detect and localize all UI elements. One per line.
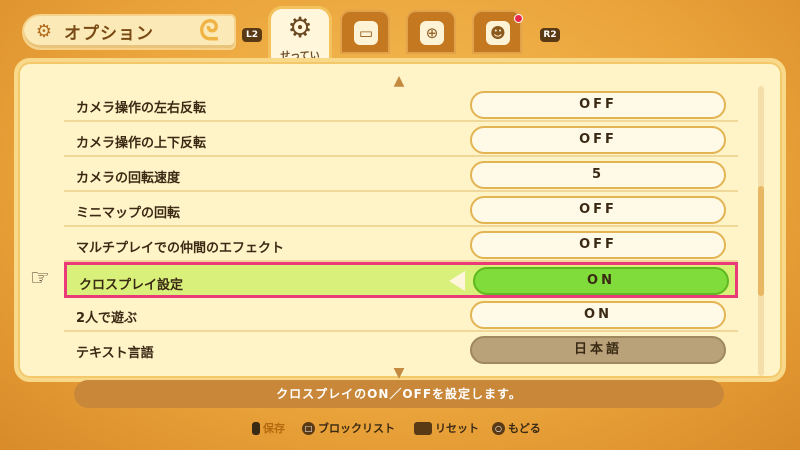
setting-row-camera-vertical[interactable]: カメラ操作の上下反転 OFF [64, 123, 738, 157]
monitor-icon: ▭ [354, 21, 378, 45]
back-label: もどる [508, 422, 541, 435]
save-hint[interactable]: 保存 [252, 420, 285, 436]
row-divider [64, 155, 738, 157]
page-title: オプション [64, 24, 154, 44]
reset-label: リセット [435, 422, 479, 435]
row-divider [64, 190, 738, 192]
row-divider [64, 225, 738, 227]
tab-display[interactable]: ▭ [340, 10, 390, 54]
setting-value[interactable]: OFF [470, 231, 726, 259]
setting-label: クロスプレイ設定 [79, 278, 184, 293]
row-divider [64, 330, 738, 332]
r2-button-hint[interactable]: R2 [540, 28, 560, 42]
notification-dot [514, 14, 523, 23]
setting-value[interactable]: ON [473, 267, 729, 295]
setting-value[interactable]: OFF [470, 91, 726, 119]
gamepad-icon: ⊕ [420, 21, 444, 45]
setting-label: マルチプレイでの仲間のエフェクト [76, 241, 285, 256]
setting-row-crossplay[interactable]: クロスプレイ設定 ON [64, 262, 738, 298]
setting-label: カメラ操作の左右反転 [76, 101, 207, 116]
circle-button-icon: ○ [492, 421, 505, 435]
setting-label: カメラの回転速度 [76, 171, 181, 186]
character-icon: ☻ [486, 21, 510, 45]
l2-button-hint[interactable]: L2 [242, 28, 262, 42]
gear-icon: ⚙ [35, 21, 53, 42]
scroll-down-arrow-icon[interactable]: ▼ [384, 366, 414, 380]
setting-value[interactable]: 5 [470, 161, 726, 189]
setting-row-camera-horizontal[interactable]: カメラ操作の左右反転 OFF [64, 88, 738, 122]
setting-value[interactable]: OFF [470, 196, 726, 224]
swirl-decoration-icon: ᘓ [199, 14, 219, 47]
footer-hints: 保存 □ ブロックリスト リセット ○ もどる [0, 418, 800, 438]
pen-icon [252, 421, 260, 435]
setting-label: 2人で遊ぶ [76, 311, 138, 326]
scroll-up-arrow-icon[interactable]: ▲ [384, 74, 414, 88]
reset-hint[interactable]: リセット [414, 420, 479, 436]
setting-label: ミニマップの回転 [76, 206, 181, 221]
blocklist-label: ブロックリスト [318, 422, 395, 435]
left-arrow-icon[interactable] [449, 271, 465, 291]
gear-icon: ⚙ [287, 11, 313, 44]
blocklist-hint[interactable]: □ ブロックリスト [302, 420, 395, 436]
setting-row-two-player[interactable]: 2人で遊ぶ ON [64, 298, 738, 332]
setting-row-text-language[interactable]: テキスト言語 日本語 [64, 333, 738, 367]
back-hint[interactable]: ○ もどる [492, 420, 541, 436]
save-label: 保存 [263, 422, 285, 435]
pointing-hand-icon: ☞ [30, 266, 50, 291]
setting-label: テキスト言語 [76, 346, 154, 361]
setting-value[interactable]: OFF [470, 126, 726, 154]
setting-row-multiplayer-effect[interactable]: マルチプレイでの仲間のエフェクト OFF [64, 228, 738, 262]
setting-value: 日本語 [470, 336, 726, 364]
scrollbar-thumb[interactable] [758, 186, 764, 296]
square-button-icon: □ [302, 421, 315, 435]
row-divider [64, 120, 738, 122]
setting-value[interactable]: ON [470, 301, 726, 329]
description-bar: クロスプレイのON／OFFを設定します。 [74, 380, 724, 408]
setting-row-minimap-rotation[interactable]: ミニマップの回転 OFF [64, 193, 738, 227]
tab-settings[interactable]: ⚙ せってい [268, 6, 332, 64]
touchpad-icon [414, 421, 432, 435]
setting-row-camera-speed[interactable]: カメラの回転速度 5 [64, 158, 738, 192]
setting-label: カメラ操作の上下反転 [76, 136, 207, 151]
tab-controller[interactable]: ⊕ [406, 10, 456, 54]
